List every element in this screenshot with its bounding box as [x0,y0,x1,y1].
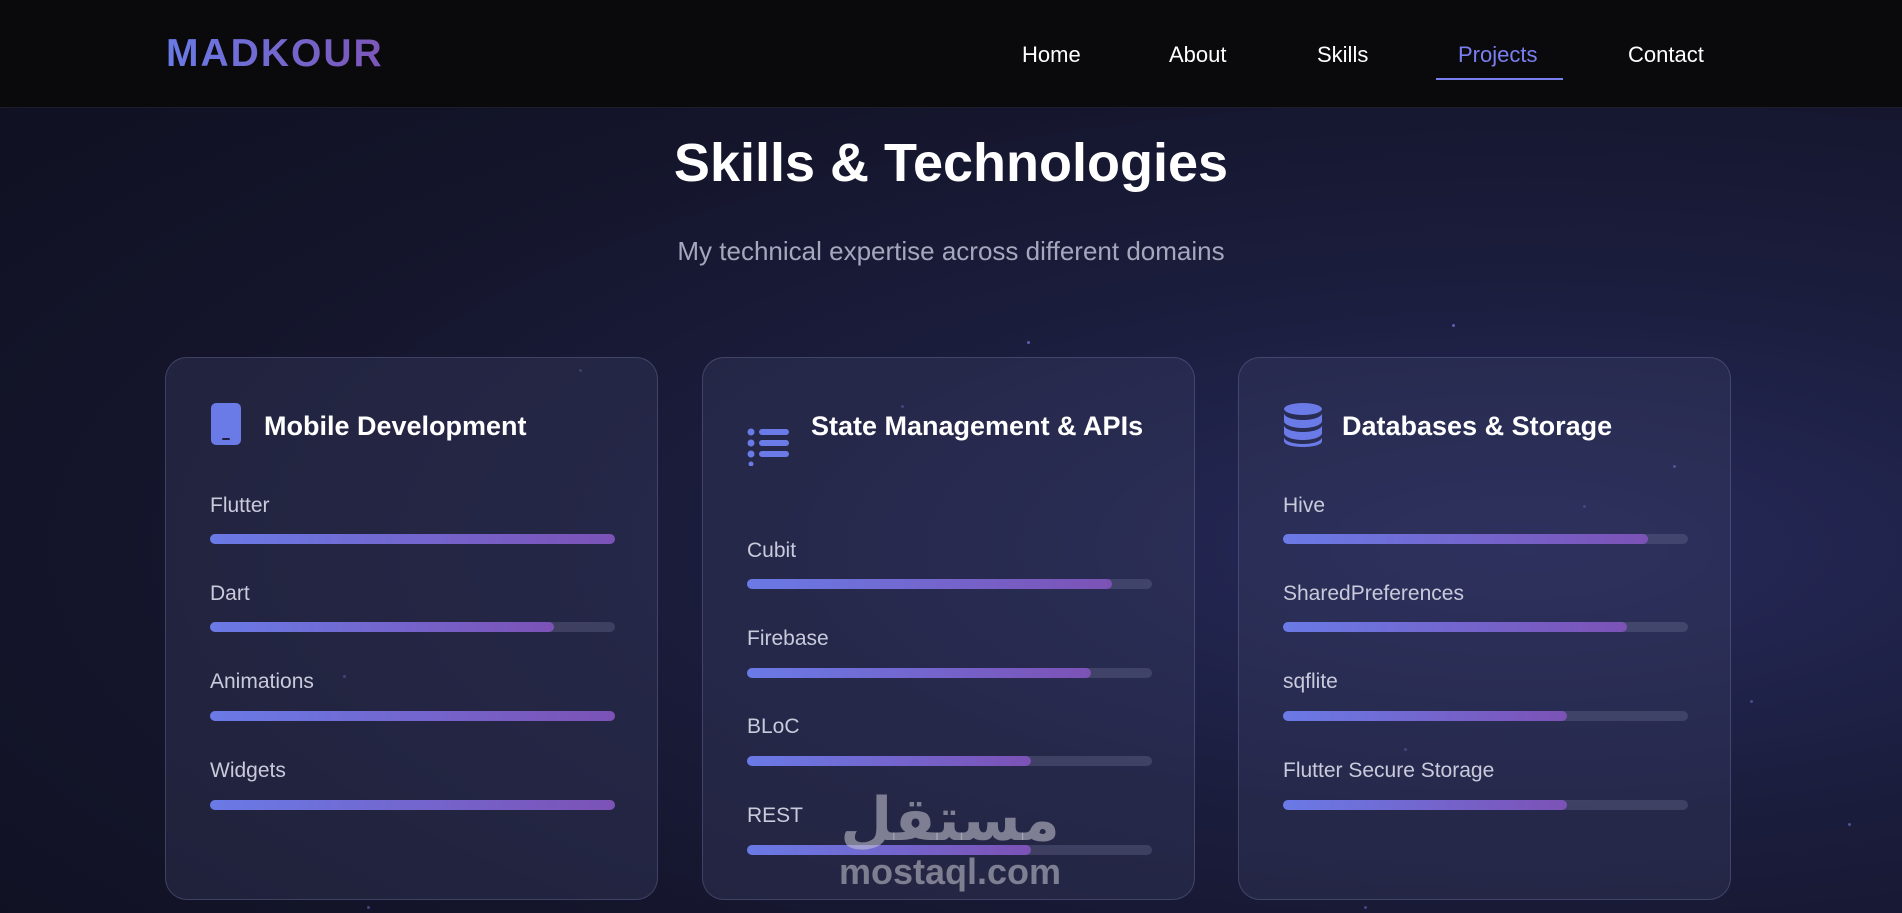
mobile-phone-icon [211,403,241,445]
card-title: State Management & APIs [811,411,1144,441]
nav-projects[interactable]: Projects [1458,42,1537,68]
active-nav-underline [1436,78,1563,80]
skill-label: BLoC [747,715,800,738]
skill-card-state-management: State Management & APIs Cubit Firebase B… [702,357,1195,900]
skill-progress-track [210,534,615,544]
nav-skills[interactable]: Skills [1317,42,1368,68]
nav-home[interactable]: Home [1022,42,1081,68]
skill-progress-fill [747,756,1031,766]
nav-contact[interactable]: Contact [1628,42,1704,68]
skill-label: Dart [210,582,250,605]
skill-progress-track [1283,534,1688,544]
list-icon [747,428,789,466]
skill-label: Hive [1283,494,1326,517]
navbar: MADKOUR Home About Skills Projects Conta… [0,0,1902,108]
skill-label: Cubit [747,539,797,562]
skill-progress-track [1283,800,1688,810]
skill-progress-fill [1283,622,1628,632]
skill-progress-fill [747,845,1031,855]
skill-progress-track [747,845,1152,855]
skill-progress-fill [210,711,615,721]
skill-label: Firebase [747,627,829,650]
skill-progress-track [210,800,615,810]
skill-progress-fill [747,668,1092,678]
skill-label: Flutter Secure Storage [1283,759,1495,782]
skill-progress-track [1283,622,1688,632]
skill-label: Animations [210,670,314,693]
section-title: Skills & Technologies [673,133,1229,193]
skill-progress-track [747,668,1152,678]
skill-progress-fill [747,579,1112,589]
skill-progress-fill [1283,800,1567,810]
section-subtitle: My technical expertise across different … [677,236,1225,266]
database-icon [1284,403,1322,447]
skill-progress-track [1283,711,1688,721]
site-logo[interactable]: MADKOUR [166,32,384,76]
skill-progress-track [210,622,615,632]
skill-label: Flutter [210,494,270,517]
skill-progress-fill [1283,534,1648,544]
skill-label: Widgets [210,759,286,782]
skill-progress-fill [210,622,555,632]
skill-progress-fill [1283,711,1567,721]
skill-progress-track [210,711,615,721]
skill-progress-fill [210,800,615,810]
nav-about[interactable]: About [1169,42,1227,68]
card-title: Databases & Storage [1342,411,1613,441]
skill-progress-track [747,579,1152,589]
skill-label: sqflite [1283,670,1338,693]
skill-card-databases-storage: Databases & Storage Hive SharedPreferenc… [1238,357,1731,900]
skill-card-mobile-development: Mobile Development Flutter Dart Animatio… [165,357,658,900]
skill-progress-fill [210,534,615,544]
skill-label: REST [747,804,804,827]
card-title: Mobile Development [264,411,527,441]
skill-label: SharedPreferences [1283,582,1464,605]
skill-progress-track [747,756,1152,766]
